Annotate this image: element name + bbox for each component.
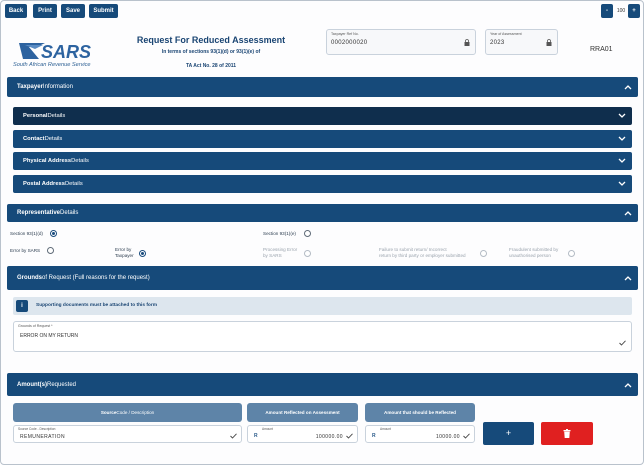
chevron-down-icon bbox=[618, 158, 626, 163]
section-taxpayer-information[interactable]: Taxpayer Information bbox=[7, 77, 638, 97]
subsection-physical-address[interactable]: Physical Address Details bbox=[13, 152, 632, 170]
year-of-assessment-field: Year of Assessment 2023 bbox=[485, 29, 558, 55]
section-representative-details[interactable]: Representative Details bbox=[7, 204, 638, 222]
form-frame: Back Print Save Submit - 100 + SARS Sout… bbox=[0, 0, 644, 465]
section-title: Taxpayer bbox=[17, 84, 43, 90]
page-subtitle: In terms of sections 93(1)(d) or 93(1)(e… bbox=[161, 49, 261, 55]
subsection-title: Contact bbox=[23, 136, 45, 142]
radio-label-section-93-1-e: Section 93(1)(e) bbox=[263, 231, 296, 236]
subsection-title-rest: Details bbox=[44, 136, 63, 142]
check-icon bbox=[346, 433, 353, 439]
amount-should-be-field[interactable]: Amount R 10000.00 bbox=[365, 425, 475, 443]
save-button[interactable]: Save bbox=[61, 4, 85, 18]
zoom-in-button[interactable]: + bbox=[628, 4, 640, 18]
delete-row-button[interactable] bbox=[541, 422, 593, 445]
check-icon bbox=[463, 433, 470, 439]
form-code: RRA01 bbox=[590, 46, 613, 53]
section-title-rest: Details bbox=[60, 210, 79, 216]
source-code-value: REMUNERATION bbox=[20, 434, 65, 440]
logo-caption: South African Revenue Service bbox=[13, 62, 91, 68]
chevron-up-icon bbox=[624, 211, 632, 216]
lock-icon bbox=[546, 39, 552, 46]
section-title: Grounds bbox=[17, 275, 42, 281]
year-value: 2023 bbox=[490, 40, 505, 46]
radio-label-fraudulent: Fraudulent submitted by unauthorised pers… bbox=[509, 247, 559, 258]
radio-label-processing-error: Processing Error by SARS bbox=[263, 247, 298, 258]
amount-reflected-label: Amount bbox=[262, 427, 273, 431]
grounds-of-request-field[interactable]: Grounds of Request * ERROR ON MY RETURN bbox=[13, 321, 632, 352]
radio-failure-to-submit[interactable] bbox=[480, 250, 487, 257]
radio-fraudulent[interactable] bbox=[568, 250, 575, 257]
taxpayer-ref-value: 0002000020 bbox=[331, 40, 368, 46]
chevron-down-icon bbox=[618, 136, 626, 141]
section-title: Representative bbox=[17, 210, 61, 216]
column-header-amount-reflected: Amount Reflected on Assessment bbox=[247, 403, 358, 422]
chevron-up-icon bbox=[624, 382, 632, 387]
currency-icon: R bbox=[254, 433, 258, 439]
page-title: Request For Reduced Assessment bbox=[136, 35, 286, 45]
section-amounts-requested[interactable]: Amount(s) Requested bbox=[7, 373, 638, 396]
amount-should-be-value: 10000.00 bbox=[435, 434, 460, 440]
check-icon bbox=[619, 340, 626, 346]
info-banner: i Supporting documents must be attached … bbox=[13, 297, 632, 315]
subsection-title-rest: Details bbox=[47, 113, 66, 119]
subsection-title: Personal bbox=[23, 113, 48, 119]
info-text: Supporting documents must be attached to… bbox=[36, 303, 157, 308]
subsection-title: Physical Address bbox=[23, 158, 72, 164]
toolbar: Back Print Save Submit - 100 + bbox=[1, 1, 643, 21]
column-header-source-code: Source Code / Description bbox=[13, 403, 242, 422]
print-button[interactable]: Print bbox=[33, 4, 57, 18]
section-title-rest: Information bbox=[42, 84, 73, 90]
currency-icon: R bbox=[372, 433, 376, 439]
grounds-field-value: ERROR ON MY RETURN bbox=[20, 333, 78, 339]
subsection-postal-address[interactable]: Postal Address Details bbox=[13, 175, 632, 193]
lock-icon bbox=[464, 39, 470, 46]
section-title-rest: of Request (Full reasons for the request… bbox=[42, 275, 150, 281]
section-title: Amount(s) bbox=[17, 381, 47, 388]
source-code-field[interactable]: Source Code - Description REMUNERATION bbox=[13, 425, 242, 443]
back-button[interactable]: Back bbox=[5, 4, 27, 18]
radio-label-failure-to-submit: Failure to submit return/ Incorrect retur… bbox=[379, 247, 466, 258]
chevron-up-icon bbox=[624, 85, 632, 90]
zoom-out-button[interactable]: - bbox=[601, 4, 613, 18]
chevron-down-icon bbox=[618, 113, 626, 118]
subsection-contact-details[interactable]: Contact Details bbox=[13, 130, 632, 148]
svg-text:SARS: SARS bbox=[41, 42, 91, 62]
subsection-title: Postal Address bbox=[23, 181, 65, 187]
radio-label-section-93-1-d: Section 93(1)(d) bbox=[10, 231, 43, 236]
subsection-title-rest: Details bbox=[71, 158, 89, 164]
page-subtitle-act: TA Act No. 28 of 2011 bbox=[185, 63, 237, 69]
radio-error-by-sars[interactable] bbox=[47, 247, 54, 254]
year-label: Year of Assessment bbox=[490, 32, 522, 36]
taxpayer-ref-field: Taxpayer Ref No. 0002000020 bbox=[326, 29, 476, 55]
radio-label-error-by-sars: Error by SARS bbox=[10, 248, 41, 253]
radio-section-93-1-e[interactable] bbox=[304, 230, 311, 237]
source-code-label: Source Code - Description bbox=[18, 427, 56, 431]
add-row-button[interactable]: + bbox=[483, 422, 534, 445]
chevron-down-icon bbox=[618, 181, 626, 186]
chevron-up-icon bbox=[624, 276, 632, 281]
radio-processing-error[interactable] bbox=[304, 250, 311, 257]
trash-icon bbox=[563, 429, 571, 438]
radio-section-93-1-d[interactable] bbox=[50, 230, 57, 237]
subsection-personal-details[interactable]: Personal Details bbox=[13, 107, 632, 125]
column-header-amount-should-be: Amount that should be Reflected bbox=[365, 403, 475, 422]
radio-error-by-taxpayer[interactable] bbox=[139, 250, 146, 257]
grounds-field-label: Grounds of Request * bbox=[18, 324, 53, 328]
section-grounds-of-request[interactable]: Grounds of Request (Full reasons for the… bbox=[7, 266, 638, 290]
zoom-level: 100 bbox=[616, 8, 626, 14]
taxpayer-ref-label: Taxpayer Ref No. bbox=[331, 32, 359, 36]
subsection-title-rest: Details bbox=[65, 181, 83, 187]
amount-reflected-value: 100000.00 bbox=[315, 434, 343, 440]
info-icon: i bbox=[16, 300, 28, 312]
submit-button[interactable]: Submit bbox=[89, 4, 118, 18]
check-icon bbox=[230, 433, 237, 439]
amount-should-be-label: Amount bbox=[380, 427, 391, 431]
amount-reflected-field[interactable]: Amount R 100000.00 bbox=[247, 425, 358, 443]
radio-label-error-by-taxpayer: Error by Taxpayer bbox=[115, 247, 134, 258]
section-title-rest: Requested bbox=[47, 381, 77, 388]
